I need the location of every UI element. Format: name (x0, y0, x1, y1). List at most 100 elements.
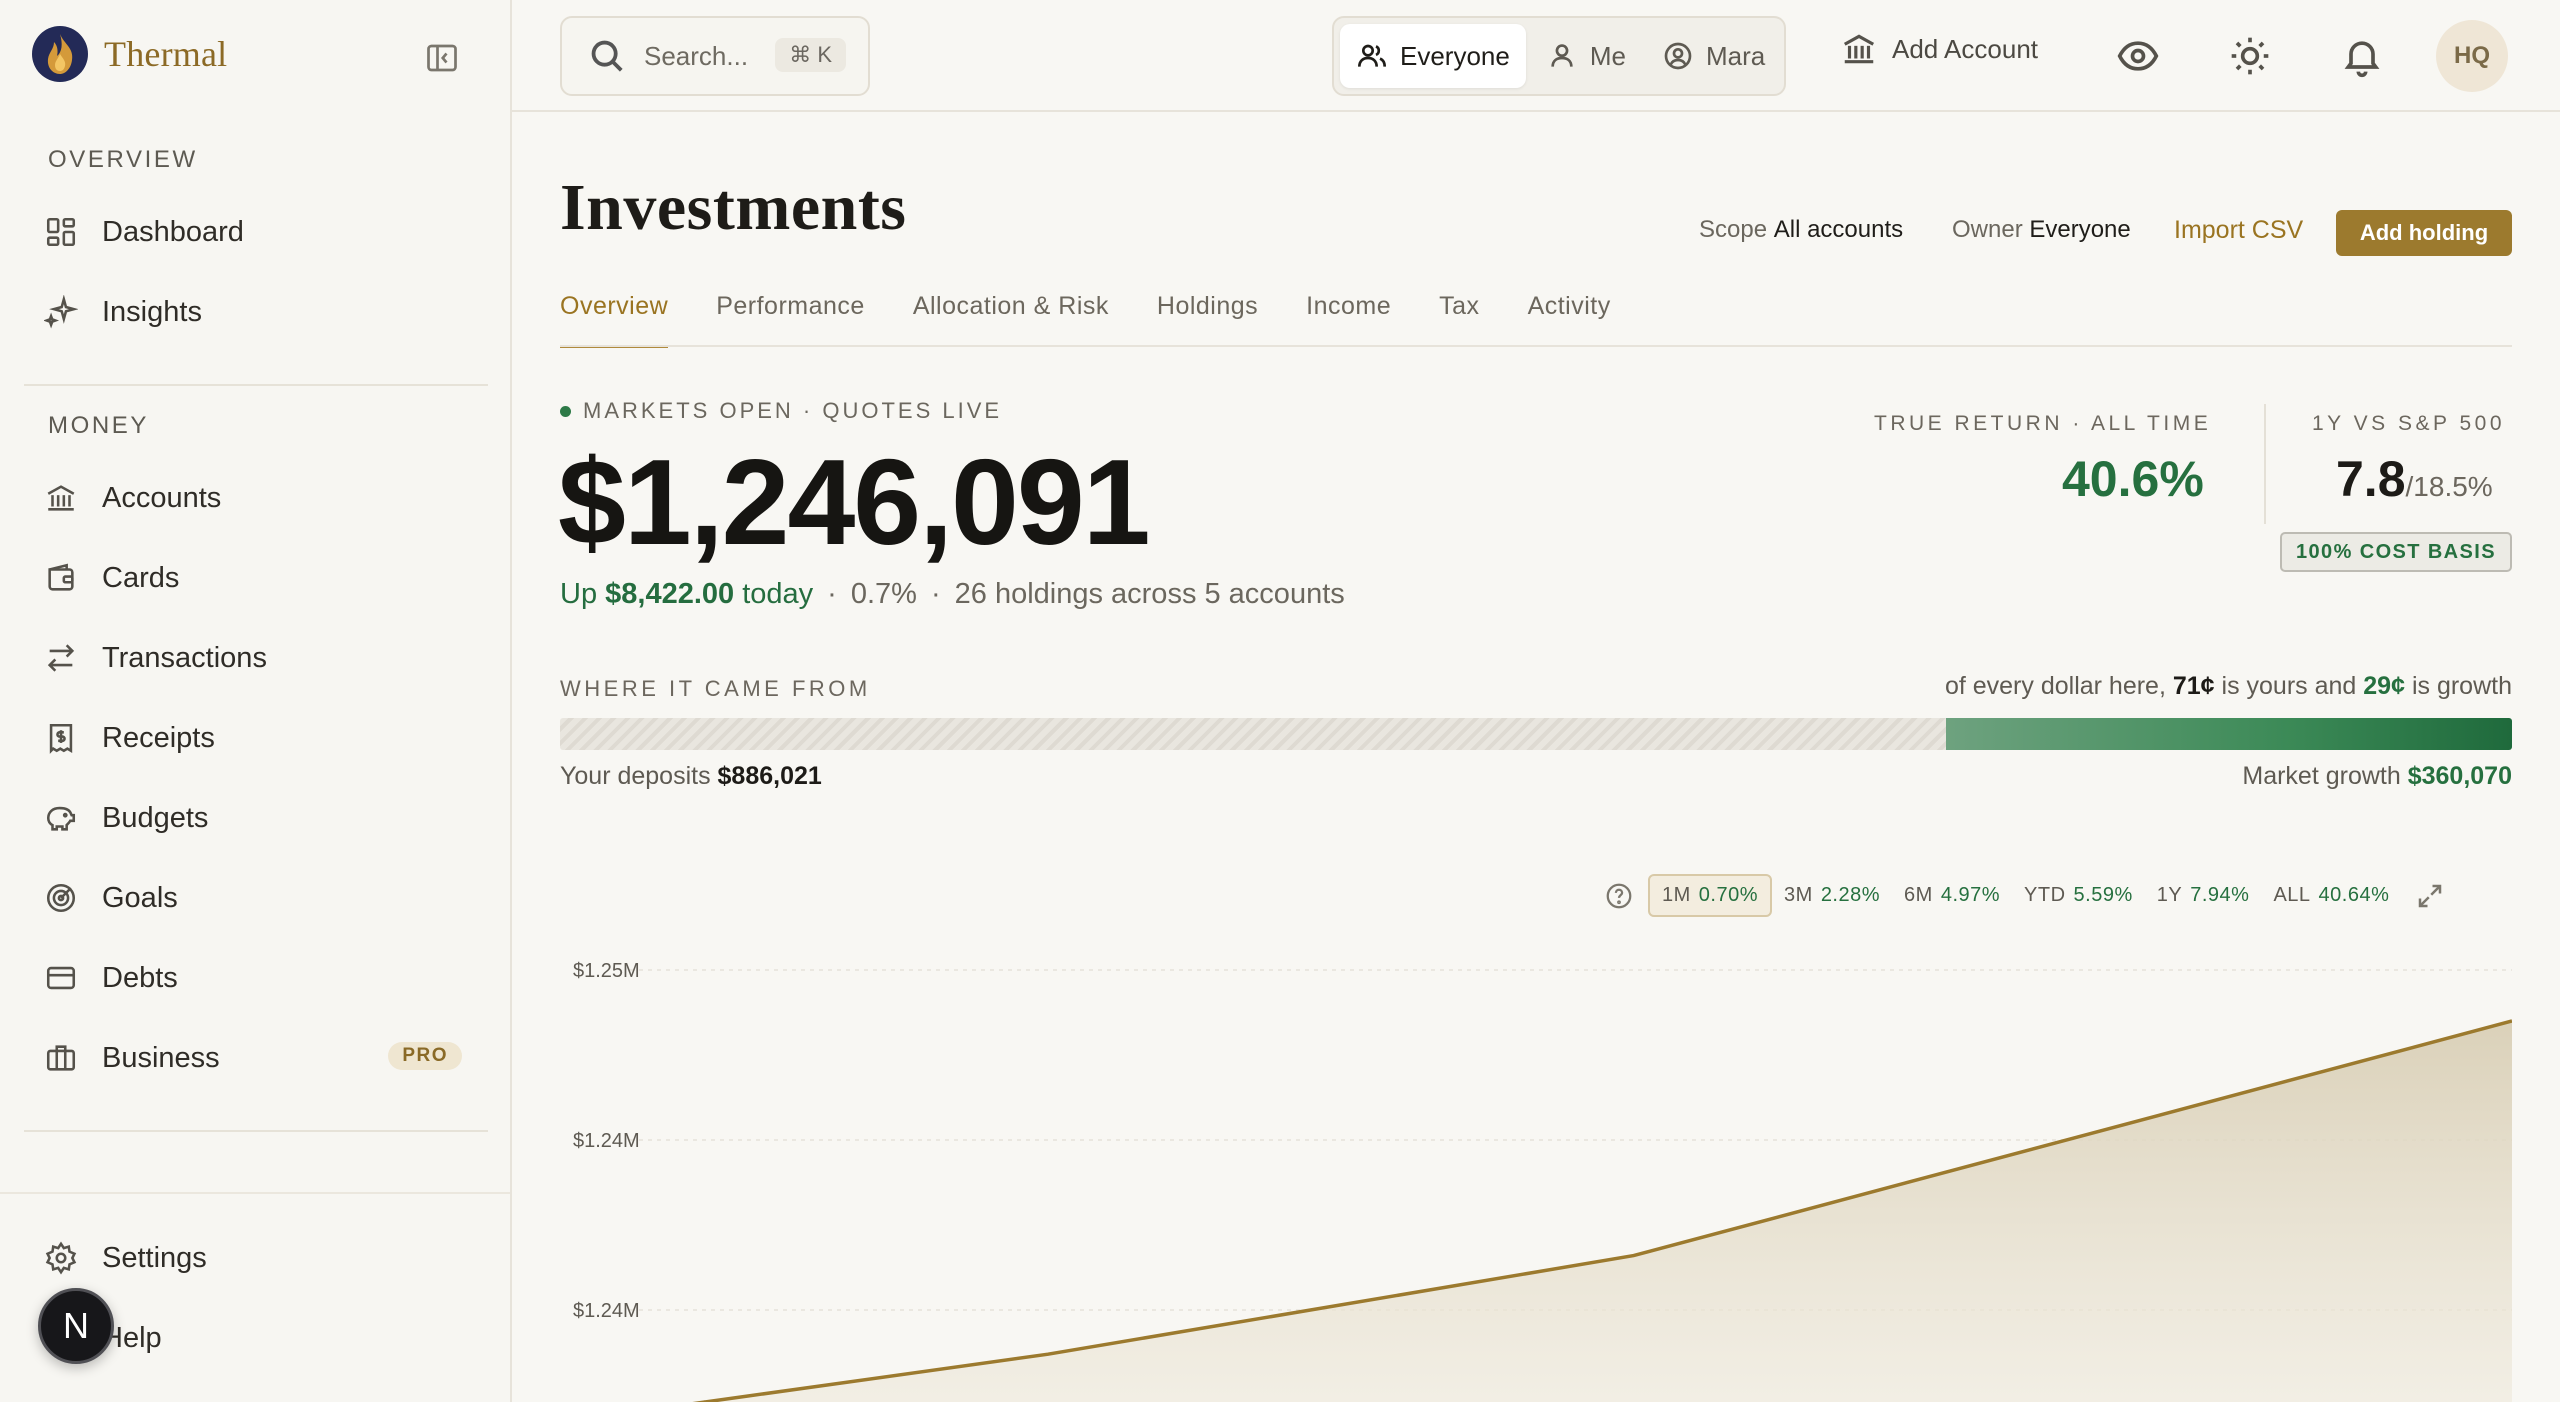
sidebar-item-insights[interactable]: Insights (44, 284, 474, 340)
help-icon[interactable] (1604, 881, 1634, 911)
avatar[interactable]: HQ (2436, 20, 2508, 92)
owner-label: Owner (1952, 216, 2023, 243)
kpi-divider (2264, 404, 2266, 524)
true-return-value: 40.6% (2062, 451, 2204, 507)
import-csv-link[interactable]: Import CSV (2174, 216, 2303, 245)
sidebar-item-transactions[interactable]: Transactions (44, 630, 474, 686)
credit-card-icon (46, 966, 76, 990)
top-bar: Search... ⌘ K Everyone Me Mara Add Accou… (512, 0, 2560, 112)
search-input[interactable]: Search... ⌘ K (560, 16, 870, 96)
range-6m[interactable]: 6M 4.97% (1892, 876, 2012, 915)
daily-change-percent: 0.7% (850, 578, 917, 610)
page-title: Investments (560, 171, 907, 244)
bank-icon (1843, 34, 1875, 64)
bell-icon[interactable] (2340, 34, 2384, 78)
tab-holdings[interactable]: Holdings (1157, 292, 1258, 348)
add-holding-button[interactable]: Add holding (2336, 210, 2512, 256)
transfer-icon (47, 644, 75, 672)
nav-heading-money: MONEY (48, 412, 150, 439)
sun-icon[interactable] (2228, 34, 2272, 78)
gear-icon (45, 1241, 77, 1275)
segment-label: Mara (1705, 40, 1766, 71)
sidebar-item-settings[interactable]: Settings (44, 1230, 474, 1286)
user-icon (1551, 44, 1573, 67)
piggy-bank-icon (46, 806, 76, 831)
tab-activity[interactable]: Activity (1528, 292, 1611, 348)
tab-performance[interactable]: Performance (716, 292, 865, 348)
sidebar-item-goals[interactable]: Goals (44, 870, 474, 926)
sidebar-item-receipts[interactable]: Receipts (44, 710, 474, 766)
separator: · (930, 578, 941, 610)
expand-icon[interactable] (2415, 881, 2445, 911)
collapse-sidebar-icon[interactable] (424, 40, 460, 76)
market-status-text: MARKETS OPEN · QUOTES LIVE (583, 398, 1003, 423)
sidebar-item-label: Receipts (102, 721, 215, 754)
add-account-button[interactable]: Add Account (1840, 30, 2038, 68)
target-icon (46, 883, 76, 913)
tab-income[interactable]: Income (1306, 292, 1391, 348)
origin-bar (560, 718, 2512, 750)
owner-segmented-control: Everyone Me Mara (1332, 16, 1786, 96)
owner-value: Everyone (2029, 216, 2131, 243)
live-dot-icon (560, 405, 571, 417)
investments-tabs: Overview Performance Allocation & Risk H… (560, 292, 1611, 348)
tab-overview[interactable]: Overview (560, 292, 669, 348)
receipt-icon (49, 723, 73, 754)
range-all[interactable]: ALL 40.64% (2261, 876, 2401, 915)
sidebar-item-label: Business (102, 1041, 220, 1074)
sidebar: Thermal OVERVIEW Dashboard Insights MONE… (0, 0, 512, 1402)
sidebar-item-budgets[interactable]: Budgets (44, 790, 474, 846)
add-account-label: Add Account (1892, 33, 2038, 64)
sidebar-divider (24, 384, 488, 386)
floating-assistant-button[interactable]: N (38, 1288, 114, 1364)
range-3m[interactable]: 3M 2.28% (1772, 876, 1892, 915)
sidebar-item-dashboard[interactable]: Dashboard (44, 204, 474, 260)
search-shortcut: ⌘ K (775, 38, 846, 72)
portfolio-value-chart[interactable]: $1.25M $1.24M $1.24M (560, 940, 2512, 1402)
owner-filter[interactable]: Owner Everyone (1952, 216, 2131, 244)
sidebar-item-label: Insights (102, 295, 202, 328)
daily-change: Up $8,422.00 today · 0.7% · 26 holdings … (560, 578, 1345, 611)
origin-summary: of every dollar here, 71¢ is yours and 2… (1944, 672, 2512, 700)
range-ytd[interactable]: YTD 5.59% (2012, 876, 2145, 915)
sparkle-icon (44, 295, 78, 329)
sidebar-item-label: Dashboard (102, 215, 244, 248)
tab-tax[interactable]: Tax (1439, 292, 1479, 348)
chart-area-fill (704, 1021, 2512, 1402)
sidebar-item-label: Settings (102, 1241, 207, 1274)
nav-heading-overview: OVERVIEW (48, 146, 198, 173)
holdings-count: 26 holdings across 5 accounts (954, 578, 1345, 610)
portfolio-total-value: $1,246,091 (558, 434, 1151, 570)
app-name: Thermal (104, 34, 228, 74)
pro-badge: PRO (388, 1042, 462, 1070)
range-1y[interactable]: 1Y 7.94% (2145, 876, 2262, 915)
sidebar-item-accounts[interactable]: Accounts (44, 470, 474, 526)
scope-filter[interactable]: Scope All accounts (1699, 216, 1903, 244)
sidebar-item-business[interactable]: Business PRO (44, 1030, 474, 1086)
briefcase-icon (46, 1045, 76, 1071)
users-icon (1358, 44, 1386, 67)
separator: · (827, 578, 837, 610)
sidebar-item-debts[interactable]: Debts (44, 950, 474, 1006)
vs-benchmark-label: 1Y VS S&P 500 (2312, 412, 2506, 435)
sidebar-item-cards[interactable]: Cards (44, 550, 474, 606)
segment-everyone[interactable]: Everyone (1340, 24, 1526, 88)
range-1m[interactable]: 1M 0.70% (1648, 874, 1773, 917)
segment-me[interactable]: Me (1530, 24, 1642, 88)
growth-caption: Market growth $360,070 (2242, 762, 2512, 790)
market-status: MARKETS OPEN · QUOTES LIVE (560, 398, 1002, 424)
y-tick-label: $1.25M (573, 960, 640, 982)
deposits-caption: Your deposits $886,021 (560, 762, 822, 790)
segment-mara[interactable]: Mara (1646, 24, 1781, 88)
eye-icon[interactable] (2116, 34, 2160, 78)
brand[interactable]: Thermal (32, 26, 227, 82)
tabs-divider (560, 345, 2512, 347)
scope-label: Scope (1699, 216, 1768, 243)
user-circle-icon (1664, 42, 1692, 70)
sidebar-footer-divider (0, 1192, 510, 1194)
deposits-bar-segment (560, 718, 1946, 750)
daily-change-amount: Up $8,422.00 today (560, 578, 814, 610)
tab-allocation-risk[interactable]: Allocation & Risk (913, 292, 1109, 348)
scope-value: All accounts (1773, 216, 1904, 243)
segment-label: Me (1589, 40, 1626, 71)
